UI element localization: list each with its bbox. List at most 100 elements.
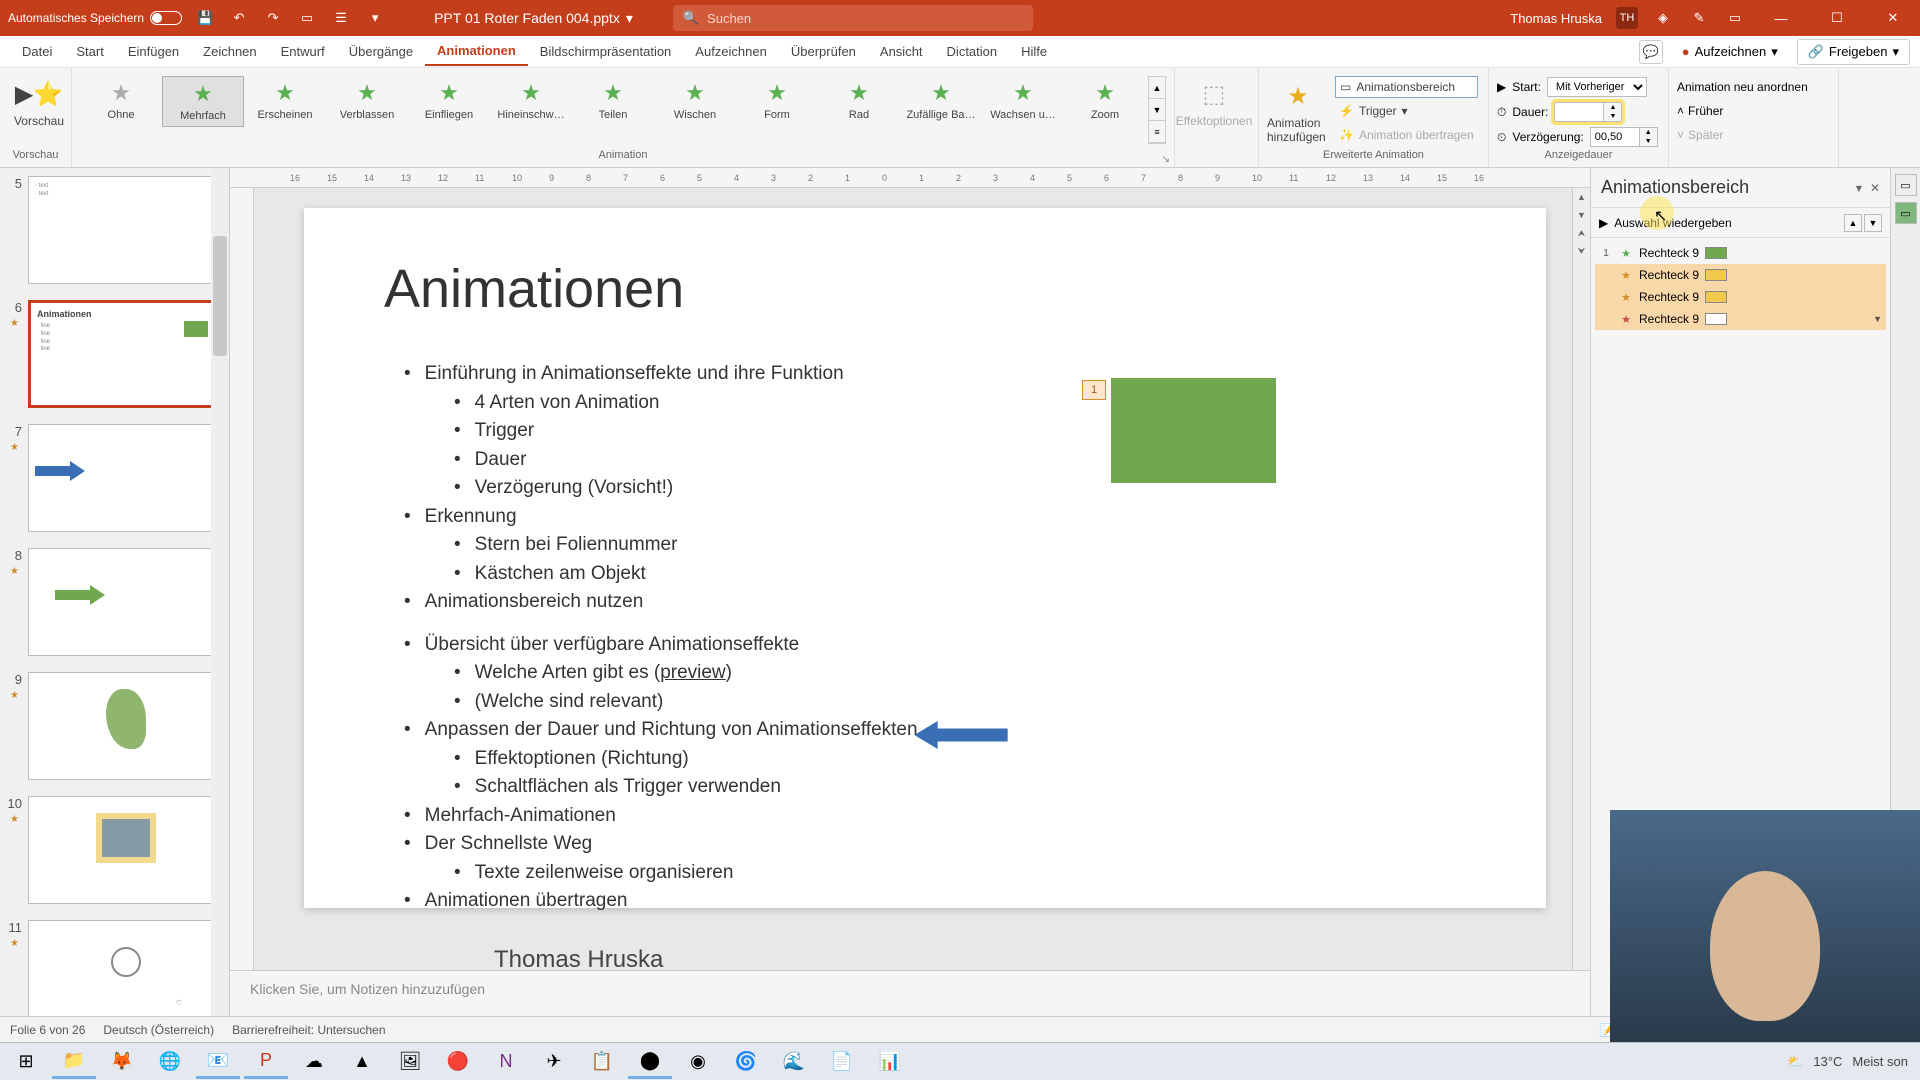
notes-pane[interactable]: Klicken Sie, um Notizen hinzuzufügen [230, 970, 1590, 1016]
taskbar-explorer[interactable]: 📁 [52, 1045, 96, 1079]
anim-form[interactable]: ★Form [736, 76, 818, 125]
anim-hineinschweben[interactable]: ★Hineinschw… [490, 76, 572, 125]
verzoegerung-input[interactable] [1591, 128, 1639, 146]
diamond-icon[interactable]: ◈ [1652, 7, 1674, 29]
tab-ueberpruefen[interactable]: Überprüfen [779, 38, 868, 65]
taskbar-chrome[interactable]: 🌐 [148, 1045, 192, 1079]
dauer-down[interactable]: ▼ [1604, 112, 1621, 121]
anim-erscheinen[interactable]: ★Erscheinen [244, 76, 326, 125]
window-options-icon[interactable]: ▭ [1724, 7, 1746, 29]
dauer-up[interactable]: ▲ [1604, 103, 1621, 112]
anim-wachsen[interactable]: ★Wachsen u… [982, 76, 1064, 125]
start-menu-button[interactable]: ⊞ [4, 1045, 48, 1079]
anim-zoom[interactable]: ★Zoom [1064, 76, 1146, 125]
slide-thumbnail-10[interactable]: 10★ [0, 788, 229, 912]
verz-up[interactable]: ▲ [1640, 128, 1657, 137]
taskbar-app-4[interactable]: 📋 [580, 1045, 624, 1079]
play-icon[interactable]: ▶ [1599, 216, 1608, 230]
move-up-button[interactable]: ▲ [1844, 214, 1862, 232]
animpane-item-1[interactable]: ★Rechteck 9 [1595, 264, 1886, 286]
vorschau-button[interactable]: ▶⭐ Vorschau [8, 72, 70, 128]
taskbar-vlc[interactable]: ▲ [340, 1045, 384, 1079]
slide-thumbnail-8[interactable]: 8★ [0, 540, 229, 664]
user-name[interactable]: Thomas Hruska [1510, 11, 1602, 26]
slide-thumbnail-6[interactable]: 6★Animationen· line· line· line· line [0, 292, 229, 416]
animpane-options-icon[interactable]: ▾ [1856, 181, 1862, 195]
tab-uebergaenge[interactable]: Übergänge [337, 38, 425, 65]
slide-author[interactable]: Thomas Hruska [384, 946, 1466, 974]
aufzeichnen-button[interactable]: Aufzeichnen ▾ [1673, 39, 1787, 65]
taskbar-app-8[interactable]: 📊 [868, 1045, 912, 1079]
close-button[interactable]: ✕ [1872, 0, 1914, 36]
anim-teilen[interactable]: ★Teilen [572, 76, 654, 125]
taskbar-outlook[interactable]: 📧 [196, 1045, 240, 1079]
gallery-scroll-up[interactable]: ▲ [1149, 77, 1165, 99]
pen-icon[interactable]: ✎ [1688, 7, 1710, 29]
slide-thumbnail-5[interactable]: 5· text· text [0, 168, 229, 292]
user-avatar[interactable]: TH [1616, 7, 1638, 29]
tab-datei[interactable]: Datei [10, 38, 64, 65]
dauer-spinbox[interactable]: ▲▼ [1554, 102, 1622, 122]
thumbnails-scrollbar[interactable] [211, 168, 229, 1016]
animationsbereich-button[interactable]: ▭ Animationsbereich [1335, 76, 1478, 98]
weather-icon[interactable]: ⛅ [1787, 1054, 1803, 1070]
taskbar-telegram[interactable]: ✈ [532, 1045, 576, 1079]
anim-ohne[interactable]: ★Ohne [80, 76, 162, 125]
taskbar-onenote[interactable]: N [484, 1045, 528, 1079]
animpane-close-icon[interactable]: ✕ [1870, 181, 1880, 195]
qat-more-icon[interactable]: ▾ [364, 7, 386, 29]
dauer-input[interactable] [1555, 103, 1603, 121]
anim-verblassen[interactable]: ★Verblassen [326, 76, 408, 125]
editor-vertical-scrollbar[interactable]: ▲ ▼ ⮝ ⮟ [1572, 188, 1590, 970]
animpane-item-3[interactable]: ★Rechteck 9▼ [1595, 308, 1886, 330]
tab-entwurf[interactable]: Entwurf [269, 38, 337, 65]
taskbar-edge[interactable]: 🌊 [772, 1045, 816, 1079]
freigeben-button[interactable]: 🔗 Freigeben ▾ [1797, 39, 1910, 65]
anim-mehrfach[interactable]: ★Mehrfach [162, 76, 244, 127]
tab-start[interactable]: Start [64, 38, 115, 65]
frueher-button[interactable]: ˄ Früher [1677, 100, 1830, 122]
gallery-expand[interactable]: ≡ [1149, 121, 1165, 143]
slide-counter[interactable]: Folie 6 von 26 [10, 1023, 85, 1037]
minimize-button[interactable]: — [1760, 0, 1802, 36]
present-from-start-icon[interactable]: ▭ [296, 7, 318, 29]
animpane-item-0[interactable]: 1★Rechteck 9 [1595, 242, 1886, 264]
maximize-button[interactable]: ☐ [1816, 0, 1858, 36]
tab-aufzeichnen[interactable]: Aufzeichnen [683, 38, 779, 65]
undo-icon[interactable]: ↶ [228, 7, 250, 29]
animpane-item-2[interactable]: ★Rechteck 9 [1595, 286, 1886, 308]
animation-group-launcher[interactable]: ↘ [1162, 154, 1170, 165]
taskbar-firefox[interactable]: 🦊 [100, 1045, 144, 1079]
slide-body[interactable]: Einführung in Animationseffekte und ihre… [384, 360, 1466, 916]
anim-wischen[interactable]: ★Wischen [654, 76, 736, 125]
play-selection-label[interactable]: Auswahl wiedergeben [1614, 216, 1731, 230]
animation-hinzufuegen-button[interactable]: ★ Animation hinzufügen [1267, 72, 1329, 146]
next-slide-icon[interactable]: ⮟ [1573, 242, 1590, 260]
tab-einfuegen[interactable]: Einfügen [116, 38, 191, 65]
comments-button[interactable]: 💬 [1639, 40, 1663, 64]
taskbar-app-5[interactable]: ◉ [676, 1045, 720, 1079]
prev-slide-icon[interactable]: ⮝ [1573, 224, 1590, 242]
slide-title[interactable]: Animationen [384, 258, 1466, 320]
sidestrip-button-1[interactable]: ▭ [1895, 174, 1917, 196]
taskbar-app-3[interactable]: 🔴 [436, 1045, 480, 1079]
trigger-button[interactable]: ⚡ Trigger ▾ [1335, 100, 1478, 122]
redo-icon[interactable]: ↷ [262, 7, 284, 29]
taskbar-app-6[interactable]: 🌀 [724, 1045, 768, 1079]
slide-thumbnails-panel[interactable]: 5· text· text6★Animationen· line· line· … [0, 168, 230, 1016]
slide-thumbnail-7[interactable]: 7★ [0, 416, 229, 540]
anim-rad[interactable]: ★Rad [818, 76, 900, 125]
accessibility-status[interactable]: Barrierefreiheit: Untersuchen [232, 1023, 385, 1037]
scroll-down-icon[interactable]: ▼ [1573, 206, 1590, 224]
gallery-scroll-down[interactable]: ▼ [1149, 99, 1165, 121]
tab-dictation[interactable]: Dictation [935, 38, 1010, 65]
tab-zeichnen[interactable]: Zeichnen [191, 38, 268, 65]
language-status[interactable]: Deutsch (Österreich) [103, 1023, 214, 1037]
taskbar-obs[interactable]: ⬤ [628, 1045, 672, 1079]
scroll-up-icon[interactable]: ▲ [1573, 188, 1590, 206]
move-down-button[interactable]: ▼ [1864, 214, 1882, 232]
autosave-toggle[interactable] [150, 11, 182, 25]
verzoegerung-spinbox[interactable]: ▲▼ [1590, 127, 1658, 147]
animation-number-tag[interactable]: 1 [1082, 380, 1106, 400]
taskbar-powerpoint[interactable]: P [244, 1045, 288, 1079]
